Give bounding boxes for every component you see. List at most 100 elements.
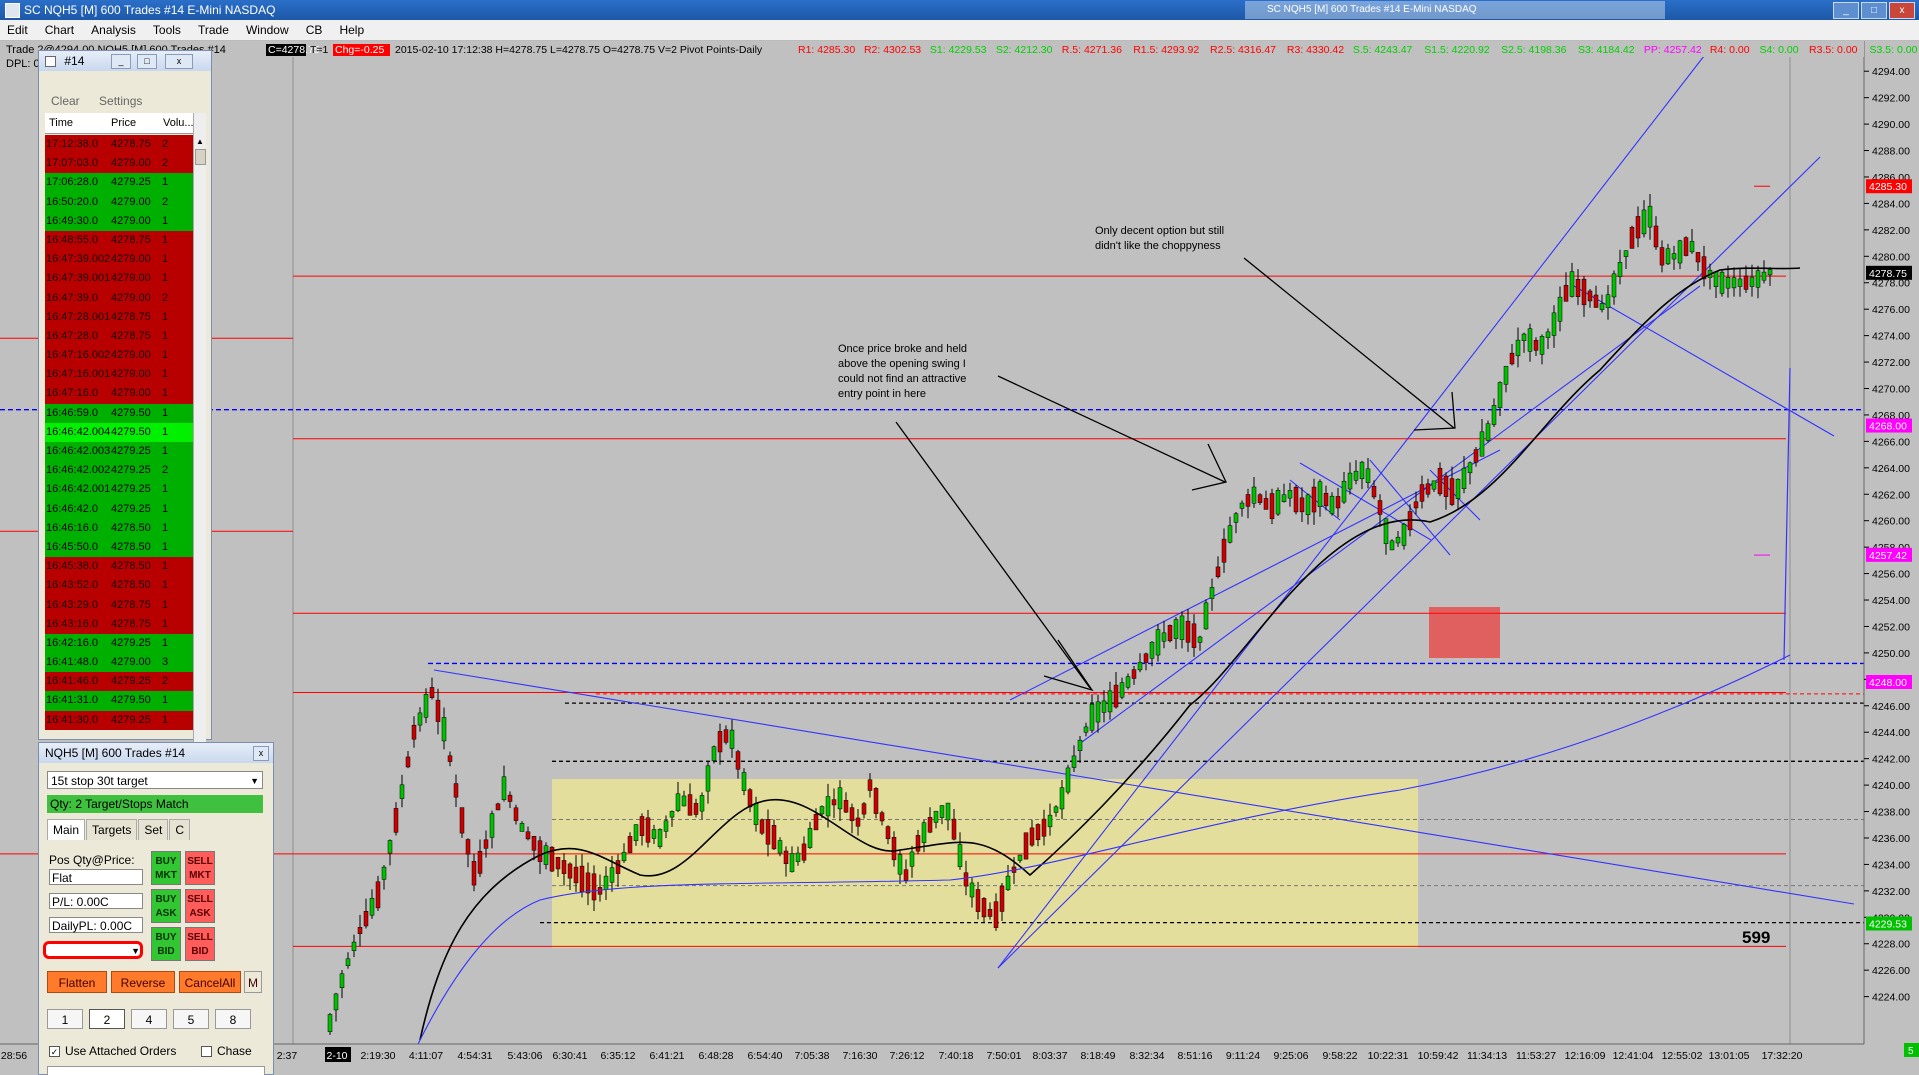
cancel-all-button[interactable]: CancelAll — [179, 971, 241, 993]
sell-ask-button[interactable]: SELL ASK — [185, 889, 215, 923]
m-button[interactable]: M — [244, 971, 262, 993]
candle-body — [819, 806, 825, 815]
time-sales-titlebar[interactable]: #14 _ □ x — [39, 51, 211, 71]
time-tick-label: 10:59:42 — [1418, 1050, 1459, 1062]
qty-button-8[interactable]: 8 — [215, 1009, 251, 1029]
scroll-up-icon[interactable]: ▲ — [196, 137, 204, 146]
candle-body — [525, 831, 531, 840]
candle-body — [417, 712, 423, 726]
candle-body — [1071, 755, 1077, 768]
time-tick-label: 7:50:01 — [986, 1050, 1021, 1062]
buy-ask-button[interactable]: BUY ASK — [151, 889, 181, 923]
pivot-label: R3.5: 0.00 — [1809, 44, 1858, 56]
settings-button[interactable]: Settings — [99, 94, 142, 108]
annotation-text: Only decent option but still — [1095, 225, 1224, 237]
buy-ask-sublabel: ASK — [155, 908, 177, 919]
candle-body — [369, 898, 375, 916]
chevron-down-icon[interactable]: ▼ — [131, 943, 140, 959]
candle-body — [1293, 486, 1299, 513]
table-row: 16:43:29.0 4278.75 1 — [45, 595, 193, 615]
candle-body — [1605, 294, 1611, 309]
chevron-down-icon[interactable]: ▼ — [250, 772, 259, 790]
candle-body — [1497, 382, 1503, 408]
menu-trade[interactable]: Trade — [191, 20, 236, 40]
minimize-button[interactable]: _ — [1833, 2, 1859, 19]
vertical-scrollbar[interactable]: ▲ ▼ — [193, 113, 206, 763]
trade-window-titlebar[interactable]: NQH5 [M] 600 Trades #14 x — [39, 743, 273, 763]
price-chart[interactable]: Only decent option but still didn't like… — [0, 41, 1919, 1075]
menu-bar: Edit Chart Analysis Tools Trade Window C… — [0, 20, 1919, 41]
candle-body — [1269, 493, 1275, 520]
trade-time: 16:45:50.0 — [46, 540, 98, 553]
column-header-price[interactable]: Price — [111, 113, 136, 133]
candle-body — [639, 816, 645, 836]
sell-bid-button[interactable]: SELL BID — [185, 927, 215, 961]
scroll-thumb[interactable] — [195, 149, 206, 165]
close-button[interactable]: x — [1889, 2, 1915, 19]
reverse-button[interactable]: Reverse — [111, 971, 175, 993]
maximize-button[interactable]: □ — [137, 54, 157, 69]
candle-body — [1089, 703, 1095, 731]
price-tick-label: 4294.00 — [1872, 66, 1910, 78]
trade-time: 16:47:16.0 — [46, 387, 98, 400]
attached-order-select[interactable]: 15t stop 30t target ▼ — [47, 771, 263, 789]
use-attached-orders-label: Use Attached Orders — [65, 1044, 177, 1058]
candle-body — [723, 729, 729, 743]
menu-analysis[interactable]: Analysis — [84, 20, 143, 40]
use-attached-orders-checkbox[interactable]: ✓ — [49, 1046, 60, 1057]
tab-main[interactable]: Main — [47, 819, 86, 840]
maximize-button[interactable]: □ — [1861, 2, 1887, 19]
clear-button[interactable]: Clear — [51, 94, 80, 108]
quantity-select[interactable]: ▼ — [43, 941, 143, 959]
trade-window[interactable]: NQH5 [M] 600 Trades #14 x 15t stop 30t t… — [38, 742, 274, 1075]
qty-button-1[interactable]: 1 — [47, 1009, 83, 1029]
tab-targets[interactable]: Targets — [86, 819, 138, 840]
buy-market-button[interactable]: BUY MKT — [151, 851, 181, 885]
sell-market-button[interactable]: SELL MKT — [185, 851, 215, 885]
close-button[interactable]: x — [253, 746, 269, 761]
candle-body — [1041, 818, 1047, 837]
menu-edit[interactable]: Edit — [0, 20, 35, 40]
table-row: 16:47:16.002 4279.00 1 — [45, 346, 193, 366]
minimize-button[interactable]: _ — [111, 54, 131, 69]
price-tick-label: 4234.00 — [1872, 859, 1910, 871]
tab-c[interactable]: C — [169, 819, 191, 840]
menu-help[interactable]: Help — [332, 20, 371, 40]
price-tick-label: 4246.00 — [1872, 701, 1910, 713]
trade-volume: 1 — [162, 694, 169, 707]
candle-body — [429, 687, 435, 698]
qty-button-2[interactable]: 2 — [89, 1009, 125, 1029]
candle-body — [729, 729, 735, 749]
trade-price: 4279.00 — [111, 349, 151, 362]
buy-bid-button[interactable]: BUY BID — [151, 927, 181, 961]
tab-set[interactable]: Set — [138, 819, 169, 840]
column-header-time[interactable]: Time — [49, 113, 73, 133]
table-row: 17:06:28.0 4279.25 1 — [45, 173, 193, 193]
candle-body — [1581, 278, 1587, 306]
flatten-button[interactable]: Flatten — [47, 971, 107, 993]
candle-body — [1425, 483, 1431, 495]
candle-body — [1335, 496, 1341, 509]
trade-price: 4278.75 — [111, 329, 151, 342]
qty-button-4[interactable]: 4 — [131, 1009, 167, 1029]
time-and-sales-window[interactable]: #14 _ □ x Clear Settings Time Price Volu… — [38, 50, 212, 778]
chase-checkbox[interactable] — [201, 1046, 212, 1057]
candle-body — [957, 844, 963, 867]
menu-window[interactable]: Window — [239, 20, 296, 40]
candle-body — [363, 911, 369, 927]
menu-tools[interactable]: Tools — [146, 20, 188, 40]
price-tick-label: 4252.00 — [1872, 621, 1910, 633]
column-header-volume[interactable]: Volu... — [163, 113, 194, 133]
qty-button-5[interactable]: 5 — [173, 1009, 209, 1029]
time-tick-label: 8:18:49 — [1080, 1050, 1115, 1062]
candle-body — [1641, 209, 1647, 235]
candle-body — [387, 840, 393, 854]
close-button[interactable]: x — [165, 54, 193, 69]
header-info: 2015-02-10 17:12:38 H=4278.75 L=4278.75 … — [395, 44, 763, 56]
candle-body — [1731, 277, 1737, 289]
table-row: 16:49:30.0 4279.00 1 — [45, 211, 193, 231]
corner-badge-text: 5 — [1908, 1046, 1914, 1057]
menu-chart[interactable]: Chart — [38, 20, 81, 40]
menu-cb[interactable]: CB — [299, 20, 330, 40]
buy-market-sublabel: MKT — [155, 870, 177, 881]
